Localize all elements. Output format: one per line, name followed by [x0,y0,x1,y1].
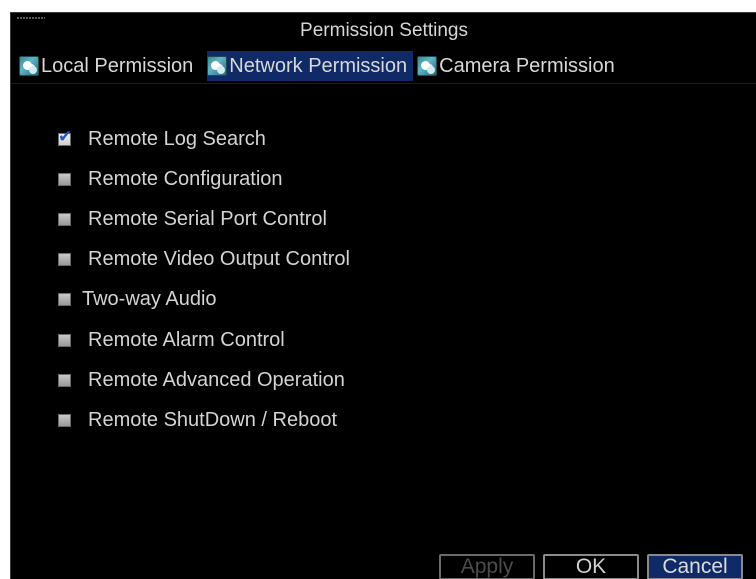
permission-two-way-audio[interactable]: Two-way Audio [55,280,350,320]
people-icon [207,56,228,76]
permission-list: ✔ Remote Log Search Remote Configuration… [55,119,350,441]
checkbox[interactable] [58,212,71,226]
permission-label: Remote Alarm Control [88,328,285,351]
dialog-title: Permission Settings [300,20,468,41]
people-icon [19,56,39,76]
permission-settings-dialog: Permission Settings Local Permission Net… [10,12,756,579]
people-icon [417,56,438,76]
permission-label: Remote Configuration [88,167,283,190]
checkbox[interactable] [58,413,71,427]
tab-divider [11,83,756,84]
permission-remote-shutdown-reboot[interactable]: Remote ShutDown / Reboot [55,400,350,440]
permission-remote-video-output-control[interactable]: Remote Video Output Control [55,240,350,280]
checkbox[interactable] [58,293,71,307]
tab-label: Network Permission [229,54,408,77]
checkbox[interactable] [58,172,71,186]
permission-remote-log-search[interactable]: ✔ Remote Log Search [55,119,350,159]
cancel-button[interactable]: Cancel [647,554,743,579]
tab-label: Local Permission [41,54,194,77]
permission-label: Two-way Audio [82,288,217,311]
ok-button[interactable]: OK [543,554,639,579]
checkbox[interactable] [58,333,71,347]
permission-label: Remote ShutDown / Reboot [88,408,338,431]
tab-network-permission[interactable]: Network Permission [207,51,414,81]
permission-label: Remote Log Search [88,127,266,150]
tab-local-permission[interactable]: Local Permission [19,51,199,81]
checkbox[interactable] [58,253,71,267]
checkmark-icon: ✔ [58,126,73,146]
permission-remote-serial-port-control[interactable]: Remote Serial Port Control [55,199,350,239]
permission-label: Remote Video Output Control [88,248,351,271]
permission-remote-advanced-operation[interactable]: Remote Advanced Operation [55,360,350,400]
permission-remote-alarm-control[interactable]: Remote Alarm Control [55,320,350,360]
permission-label: Remote Serial Port Control [88,207,327,230]
permission-tabs: Local Permission Network Permission Came… [19,51,621,81]
permission-remote-configuration[interactable]: Remote Configuration [55,159,350,199]
dialog-buttons: Apply OK Cancel [439,554,743,579]
tab-camera-permission[interactable]: Camera Permission [417,51,621,81]
checkbox[interactable] [58,373,71,387]
tab-label: Camera Permission [439,54,615,77]
apply-button[interactable]: Apply [439,554,535,579]
permission-label: Remote Advanced Operation [88,368,345,391]
checkbox-checked[interactable]: ✔ [58,128,72,146]
